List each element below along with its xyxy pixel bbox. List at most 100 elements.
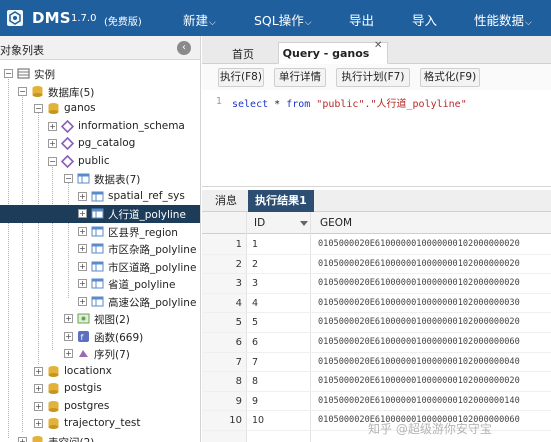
table-row[interactable]: 5 5 0105000020E610000001000000010200000002…: [202, 313, 551, 333]
tree-node[interactable]: + 高速公路_polyline: [0, 293, 200, 311]
tree-node[interactable]: + postgres: [0, 398, 200, 416]
execute-button[interactable]: 执行(F8): [218, 68, 264, 87]
table-row[interactable]: 1 1 0105000020E610000001000000010200000002…: [202, 235, 551, 255]
cell-geom[interactable]: 0105000020E6100000010000000102000000020: [318, 317, 520, 327]
tree-node[interactable]: + 市区杂路_polyline: [0, 240, 200, 258]
tree-node[interactable]: + information_schema: [0, 118, 200, 136]
tree-node[interactable]: − 数据表(7): [0, 170, 200, 188]
expand-icon[interactable]: +: [48, 139, 57, 148]
cell-id[interactable]: 2: [252, 259, 258, 270]
close-tab-icon[interactable]: ✕: [374, 40, 382, 51]
collapse-icon[interactable]: −: [18, 86, 27, 96]
column-header-geom[interactable]: GEOM: [320, 217, 352, 229]
tab-home[interactable]: 首页: [212, 42, 274, 64]
expand-icon[interactable]: +: [78, 209, 87, 218]
cell-geom[interactable]: 0105000020E6100000010000000102000000140: [318, 396, 520, 406]
expand-icon[interactable]: +: [64, 314, 73, 323]
table-row[interactable]: 2 2 0105000020E610000001000000010200000002…: [202, 255, 551, 275]
expand-icon[interactable]: +: [64, 349, 73, 358]
table-row[interactable]: 4 4 0105000020E610000001000000010200000003…: [202, 294, 551, 314]
sql-editor[interactable]: 1 select * from "public"."人行道_polyline": [202, 90, 551, 186]
cell-id[interactable]: 8: [252, 376, 258, 387]
cell-id[interactable]: 9: [252, 396, 258, 407]
table-row[interactable]: 7 7 0105000020E610000001000000010200000004…: [202, 353, 551, 373]
table-row[interactable]: 8 8 0105000020E610000001000000010200000002…: [202, 372, 551, 392]
cell-geom[interactable]: 0105000020E6100000010000000102000000020: [318, 376, 520, 386]
cell-geom[interactable]: 0105000020E6100000010000000102000000030: [318, 298, 520, 308]
table-row[interactable]: 6 6 0105000020E610000001000000010200000006…: [202, 333, 551, 353]
tree-node[interactable]: − public: [0, 153, 200, 171]
expand-icon[interactable]: +: [78, 279, 87, 288]
view-icon: [77, 312, 90, 325]
format-button[interactable]: 格式化(F9): [420, 68, 480, 87]
expand-icon[interactable]: +: [78, 244, 87, 253]
cell-id[interactable]: 1: [252, 239, 258, 250]
expand-icon[interactable]: +: [48, 121, 57, 131]
menu-export[interactable]: 导出: [349, 10, 374, 29]
tree-node[interactable]: + postgis: [0, 380, 200, 398]
expand-icon[interactable]: +: [64, 331, 73, 341]
row-number: 7: [235, 356, 242, 368]
collapse-icon[interactable]: −: [48, 156, 57, 166]
tree-node[interactable]: + 省道_polyline: [0, 275, 200, 293]
tree-node[interactable]: + 人行道_polyline: [0, 205, 200, 223]
column-header-id[interactable]: ID: [254, 217, 265, 229]
collapse-icon[interactable]: −: [64, 174, 73, 183]
cell-id[interactable]: 3: [252, 278, 258, 289]
tree-node[interactable]: + 市区道路_polyline: [0, 258, 200, 276]
expand-icon[interactable]: +: [34, 401, 43, 411]
menu-performance-data[interactable]: 性能数据⌵: [474, 10, 532, 29]
menu-new[interactable]: 新建⌵: [183, 10, 216, 29]
cell-geom[interactable]: 0105000020E6100000010000000102000000020: [318, 239, 520, 249]
tab-query-ganos[interactable]: Query - ganos: [278, 42, 388, 64]
execution-plan-button[interactable]: 执行计划(F7): [336, 68, 410, 87]
collapse-icon[interactable]: −: [34, 104, 43, 113]
expand-icon[interactable]: +: [78, 261, 87, 271]
tree-node[interactable]: + 序列(7): [0, 345, 200, 363]
tab-result-1[interactable]: 执行结果1: [248, 190, 314, 212]
expand-icon[interactable]: +: [34, 384, 43, 393]
expand-icon[interactable]: +: [78, 296, 87, 306]
collapse-panel-button[interactable]: ‹: [177, 41, 191, 55]
expand-icon[interactable]: +: [18, 436, 27, 442]
sort-arrow-icon[interactable]: [300, 221, 308, 226]
result-grid-header: ID GEOM: [202, 212, 551, 234]
expand-icon[interactable]: +: [78, 191, 87, 201]
cell-id[interactable]: 5: [252, 317, 258, 328]
row-detail-button[interactable]: 单行详情: [274, 68, 326, 87]
cell-geom[interactable]: 0105000020E6100000010000000102000000020: [318, 259, 520, 269]
tree-node[interactable]: − ganos: [0, 100, 200, 118]
cell-id[interactable]: 7: [252, 357, 258, 368]
tree-node[interactable]: + spatial_ref_sys: [0, 188, 200, 206]
tree-node[interactable]: − 数据库(5): [0, 83, 200, 101]
collapse-icon[interactable]: −: [4, 69, 13, 78]
sql-code-line[interactable]: select * from "public"."人行道_polyline": [232, 95, 467, 110]
table-row[interactable]: 3 3 0105000020E610000001000000010200000002…: [202, 274, 551, 294]
expand-icon[interactable]: +: [34, 366, 43, 376]
schema-icon: [60, 154, 75, 168]
svg-text:f: f: [81, 333, 84, 342]
tree-node-label: ganos: [64, 102, 96, 114]
tree-node[interactable]: + 表空间(2): [0, 433, 200, 442]
expand-icon[interactable]: +: [34, 419, 43, 428]
menu-sql-operations[interactable]: SQL操作⌵: [254, 10, 312, 29]
cell-geom[interactable]: 0105000020E6100000010000000102000000060: [318, 337, 520, 347]
table-row[interactable]: 9 9 0105000020E610000001000000010200000014…: [202, 392, 551, 412]
tree-node[interactable]: − 实例: [0, 65, 200, 83]
tree-node[interactable]: + trajectory_test: [0, 415, 200, 433]
tab-messages[interactable]: 消息: [208, 190, 244, 212]
cell-id[interactable]: 4: [252, 298, 258, 309]
tree-node[interactable]: + pg_catalog: [0, 135, 200, 153]
cell-geom[interactable]: 0105000020E6100000010000000102000000020: [318, 278, 520, 288]
tree-node[interactable]: + 视图(2): [0, 310, 200, 328]
cell-geom[interactable]: 0105000020E6100000010000000102000000040: [318, 357, 520, 367]
tree-node-label: 视图(2): [94, 314, 130, 326]
cell-id[interactable]: 10: [252, 415, 264, 426]
tree-node[interactable]: + f 函数(669): [0, 328, 200, 346]
cell-id[interactable]: 6: [252, 337, 258, 348]
tree-node[interactable]: + 区县界_region: [0, 223, 200, 241]
expand-icon[interactable]: +: [78, 226, 87, 236]
tree-node[interactable]: + locationx: [0, 363, 200, 381]
menu-import[interactable]: 导入: [412, 10, 437, 29]
editor-result-splitter[interactable]: [202, 186, 551, 187]
